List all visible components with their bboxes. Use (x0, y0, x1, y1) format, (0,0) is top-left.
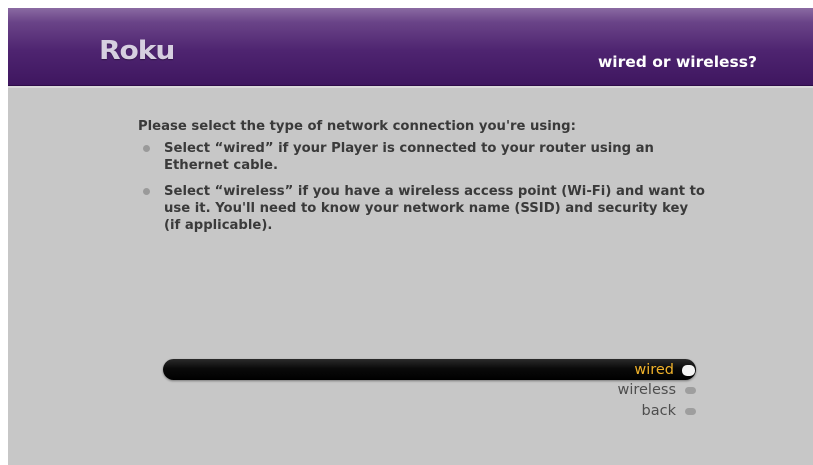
instructions: Please select the type of network connec… (138, 118, 708, 243)
pill-icon (685, 407, 696, 415)
instruction-list: Select “wired” if your Player is connect… (138, 140, 708, 234)
selection-highlight-bar (163, 359, 696, 380)
list-item-text: Select “wireless” if you have a wireless… (164, 184, 705, 233)
intro-text: Please select the type of network connec… (138, 119, 576, 134)
menu-item-back[interactable]: back (642, 401, 696, 421)
header-bar: Roku wired or wireless? (8, 8, 813, 86)
pill-icon (685, 386, 696, 394)
list-item-text: Select “wired” if your Player is connect… (164, 141, 654, 173)
menu-item-wireless[interactable]: wireless (617, 380, 696, 400)
menu-item-label: wireless (617, 382, 676, 398)
selected-pill-icon (682, 364, 695, 376)
list-item: Select “wireless” if you have a wireless… (138, 183, 708, 234)
roku-setup-screen: Roku wired or wireless? Please select th… (0, 0, 813, 465)
menu-item-label: back (641, 403, 676, 419)
page-title: wired or wireless? (597, 53, 757, 71)
menu-item-wired[interactable]: wired (634, 360, 695, 380)
list-item: Select “wired” if your Player is connect… (138, 140, 708, 174)
bullet-dot-icon (143, 188, 150, 195)
roku-logo: Roku (99, 36, 175, 66)
bullet-dot-icon (143, 145, 150, 152)
menu-item-label: wired (634, 362, 674, 378)
